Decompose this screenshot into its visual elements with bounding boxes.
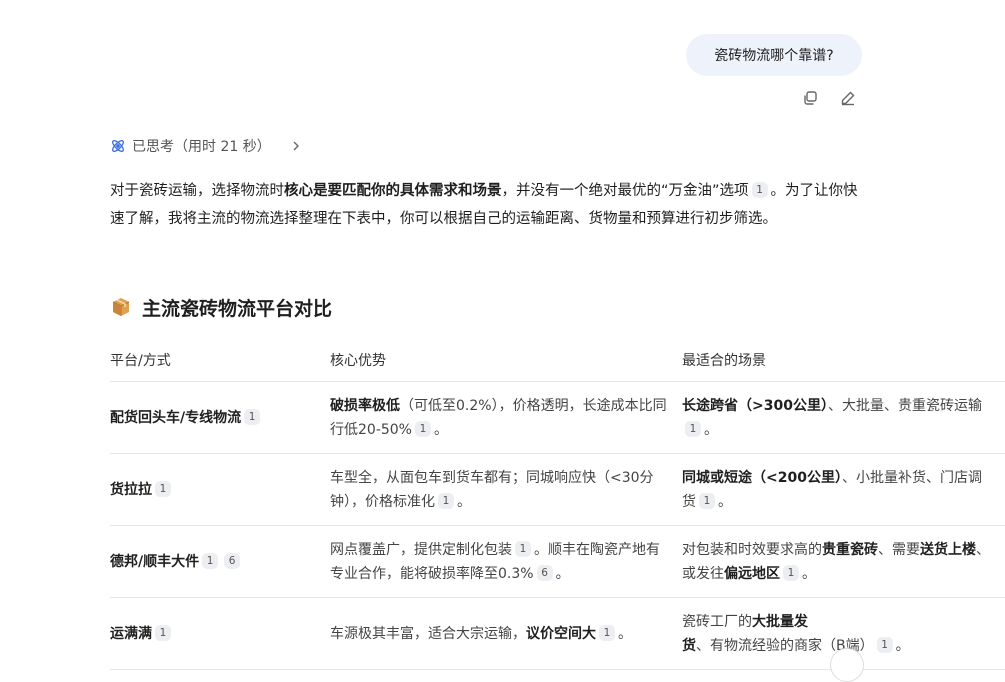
citation-badge[interactable]: 1 [699,492,715,509]
citation-badge[interactable]: 1 [876,636,893,653]
scene-text: 。 [802,565,816,582]
citation-badge[interactable]: 1 [155,624,171,641]
table-row: 德邦/顺丰大件 1 6 网点覆盖广，提供定制化包装 1 。顺丰在陶瓷产地有专业合作，能将… [110,526,1005,598]
platform-name: 货拉拉 [110,481,152,498]
intro-text: ，并没有一个绝对最优的“万金油”选项 [501,183,749,199]
scene-text: 对包装和时效要求高的 [682,541,822,558]
atom-icon [110,138,126,154]
package-icon [110,296,132,318]
advantage-text: 车源极其丰富，适合大宗运输， [330,625,526,642]
header-platform: 平台/方式 [110,353,171,369]
scene-bold: 长途跨省（>300公里） [682,397,828,414]
advantage-cell: 破损率极低（可低至0.2%），价格透明，长途成本比同行低20-50% 1。 [330,394,682,442]
scene-text: 、大批量、贵重瓷砖运输 [827,397,982,414]
advantage-text: 。 [618,625,632,642]
thinking-toggle[interactable]: 已思考（用时 21 秒） [110,136,301,156]
user-message-bubble: 瓷砖物流哪个靠谱? [686,34,862,76]
citation-badge[interactable]: 1 [244,408,261,425]
scene-cell: 同城或短途（<200公里）、小批量补货、门店调货 1。 [682,466,1005,514]
scene-text: 、需要 [878,541,920,558]
platform-cell: 配货回头车/专线物流 1 [110,406,330,430]
header-advantage: 核心优势 [330,353,386,369]
scene-bold: 贵重瓷砖 [822,541,878,558]
chevron-right-icon [291,140,301,152]
platform-name: 德邦/顺丰大件 [110,553,200,570]
advantage-text: 。 [457,493,471,510]
citation-badge[interactable]: 1 [202,552,219,569]
header-scene: 最适合的场景 [682,353,766,369]
user-message-text: 瓷砖物流哪个靠谱? [714,48,834,64]
citation-badge[interactable]: 1 [414,420,431,437]
advantage-text: 车型全，从面包车到货车都有；同城响应快（<30分钟），价格标准化 [330,469,654,510]
intro-paragraph: 对于瓷砖运输，选择物流时核心是要匹配你的具体需求和场景，并没有一个绝对最优的“万… [110,177,870,233]
scene-cell: 长途跨省（>300公里）、大批量、贵重瓷砖运输 1。 [682,394,1005,442]
citation-badge[interactable]: 1 [515,540,531,557]
citation-badge[interactable]: 1 [685,420,701,437]
citation-badge[interactable]: 1 [783,564,799,581]
citation-badge[interactable]: 6 [224,552,241,569]
platform-cell: 德邦/顺丰大件 1 6 [110,550,330,574]
advantage-cell: 网点覆盖广，提供定制化包装 1 。顺丰在陶瓷产地有专业合作，能将破损率降至0.3% 6… [330,538,682,586]
platform-cell: 运满满 1 [110,622,330,646]
comparison-table: 平台/方式 核心优势 最适合的场景 配货回头车/专线物流 1 破损率极低（可低至0… [110,340,1005,670]
advantage-text: 。 [433,421,448,438]
intro-bold: 核心是要匹配你的具体需求和场景 [284,183,502,199]
citation-badge[interactable]: 6 [536,564,553,581]
thinking-label: 已思考（用时 21 秒） [132,139,271,155]
platform-name: 配货回头车/专线物流 [110,409,242,426]
edit-icon[interactable] [838,88,858,108]
citation-badge[interactable]: 1 [155,480,171,497]
section-title-text: 主流瓷砖物流平台对比 [142,297,333,320]
scene-bold: 同城或短途（<200公里） [682,469,842,486]
platform-cell: 货拉拉 1 [110,478,330,502]
scene-bold: 送货上楼 [920,541,976,558]
table-row: 货拉拉 1 车型全，从面包车到货车都有；同城响应快（<30分钟），价格标准化 1。 … [110,454,1005,526]
scene-bold: 偏远地区 [724,565,780,582]
scroll-down-button[interactable] [830,648,864,682]
advantage-bold: 议价空间大 [526,625,596,642]
table-row: 配货回头车/专线物流 1 破损率极低（可低至0.2%），价格透明，长途成本比同行低… [110,382,1005,454]
scene-text: 。 [718,493,732,510]
table-header: 平台/方式 核心优势 最适合的场景 [110,340,1005,382]
advantage-cell: 车型全，从面包车到货车都有；同城响应快（<30分钟），价格标准化 1。 [330,466,682,514]
advantage-bold: 破损率极低 [330,397,400,414]
advantage-text: 网点覆盖广，提供定制化包装 [330,541,512,558]
scene-cell: 对包装和时效要求高的贵重瓷砖、需要送货上楼、或发往偏远地区 1。 [682,538,1005,586]
platform-name: 运满满 [110,625,152,642]
advantage-cell: 车源极其丰富，适合大宗运输，议价空间大 1。 [330,622,682,646]
citation-badge[interactable]: 1 [599,624,615,641]
table-row: 运满满 1 车源极其丰富，适合大宗运输，议价空间大 1。 瓷砖工厂的大批量发货、有物… [110,598,1005,670]
section-heading: 主流瓷砖物流平台对比 [110,292,332,322]
scene-text: 。 [704,421,718,438]
citation-badge[interactable]: 1 [751,182,768,198]
scene-text: 瓷砖工厂的 [682,613,752,630]
intro-text: 对于瓷砖运输，选择物流时 [110,183,284,199]
advantage-text: 。 [555,565,570,582]
citation-badge[interactable]: 1 [438,492,454,509]
copy-icon[interactable] [800,88,820,108]
scene-text: 。 [895,637,910,654]
